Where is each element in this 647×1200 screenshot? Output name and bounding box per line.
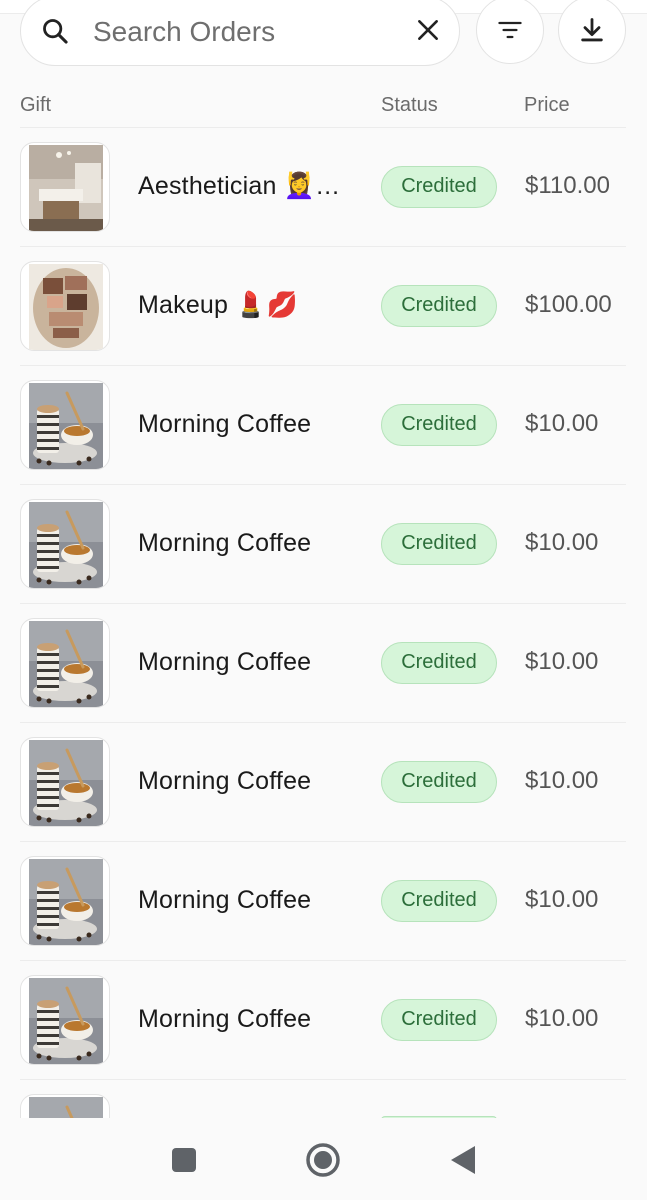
coffee-thumbnail [20,737,110,827]
search-icon [43,19,68,44]
status-badge: Credited [381,285,497,327]
status-badge: Credited [381,999,497,1041]
status-badge: Credited [381,642,497,684]
gift-name: Morning Coffee [138,529,312,557]
gift-name: Aesthetician 💆‍♀️… [138,172,341,200]
status-badge: Credited [381,523,497,565]
table-row[interactable]: Makeup 💄💋 Credited $100.00 [20,247,626,366]
status-badge: Credited [381,761,497,803]
triangle-back-icon [451,1146,475,1174]
coffee-thumbnail [20,856,110,946]
table-row[interactable]: Aesthetician 💆‍♀️… Credited $110.00 [20,128,626,247]
makeup-bag-thumbnail [20,261,110,351]
coffee-thumbnail [20,380,110,470]
close-icon[interactable] [415,17,441,43]
coffee-thumbnail [20,499,110,589]
price-value: $10.00 [525,886,599,913]
back-button[interactable] [443,1140,483,1180]
search-input[interactable] [93,13,393,51]
coffee-thumbnail [20,618,110,708]
download-icon [581,18,603,42]
table-row[interactable]: Morning Coffee Credited $10.00 [20,723,626,842]
price-value: $100.00 [525,291,612,318]
gift-name: Morning Coffee [138,886,312,914]
gift-name: Morning Coffee [138,410,312,438]
table-row[interactable]: Morning Coffee Credited $10.00 [20,842,626,961]
status-badge: Credited [381,404,497,446]
price-value: $10.00 [525,648,599,675]
filter-button[interactable] [476,0,544,64]
spa-room-thumbnail [20,142,110,232]
table-row[interactable]: Morning Coffee Credited $10.00 [20,485,626,604]
table-header: Gift Status Price [20,88,626,128]
status-badge: Credited [381,880,497,922]
filter-icon [498,21,522,39]
price-value: $110.00 [525,172,610,199]
column-header-status: Status [381,94,438,116]
price-value: $10.00 [525,767,599,794]
search-box[interactable] [20,0,460,66]
circle-icon [306,1143,340,1177]
price-value: $10.00 [525,410,599,437]
table-row[interactable]: Morning Coffee Credited $10.00 [20,961,626,1080]
square-icon [172,1148,196,1172]
gift-name: Morning Coffee [138,1005,312,1033]
table-row[interactable]: Morning Coffee Credited $10.00 [20,604,626,723]
system-navigation-bar [0,1118,647,1200]
status-badge: Credited [381,166,497,208]
gift-name: Morning Coffee [138,767,312,795]
column-header-price: Price [524,94,570,116]
column-header-gift: Gift [20,94,52,116]
download-button[interactable] [558,0,626,64]
gift-name: Morning Coffee [138,648,312,676]
price-value: $10.00 [525,1005,599,1032]
gift-name: Makeup 💄💋 [138,291,298,319]
search-toolbar [20,0,627,66]
recent-apps-button[interactable] [164,1140,204,1180]
coffee-thumbnail [20,975,110,1065]
price-value: $10.00 [525,529,599,556]
home-button[interactable] [303,1140,343,1180]
orders-list: Aesthetician 💆‍♀️… Credited $110.00 Make… [20,128,626,1199]
table-row[interactable]: Morning Coffee Credited $10.00 [20,366,626,485]
